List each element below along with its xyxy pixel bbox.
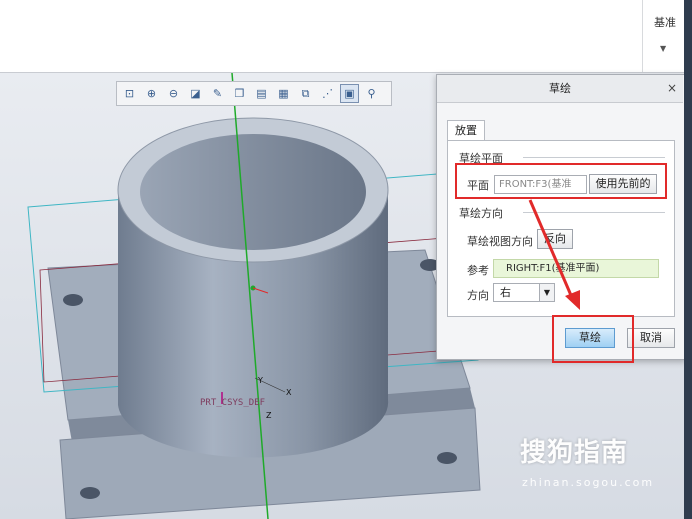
watermark-url: zhinan.sogou.com — [522, 476, 655, 489]
watermark: 搜狗指南 zhinan.sogou.com — [514, 432, 684, 492]
right-edge-panel — [684, 0, 692, 519]
watermark-logo: 搜狗指南 — [520, 438, 629, 468]
